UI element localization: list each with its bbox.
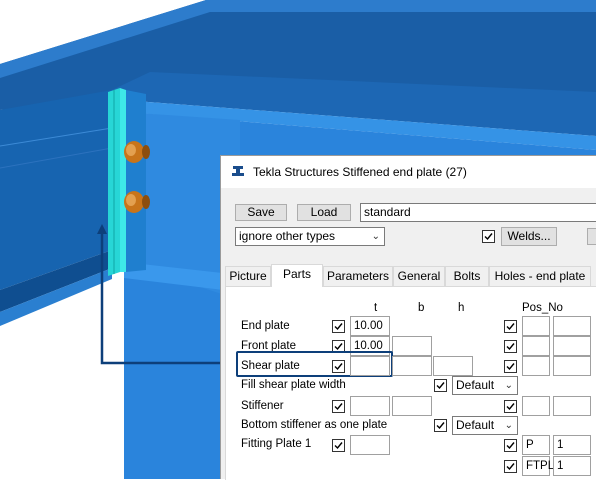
end-plate-t-field[interactable]: 10.00: [350, 316, 390, 336]
tekla-icon: [232, 166, 244, 176]
stiffener-t-field[interactable]: [350, 396, 390, 416]
shear-plate-pos-start[interactable]: [553, 356, 591, 376]
fitting-plate-1-t-field[interactable]: [350, 435, 390, 455]
end-plate-side: [120, 88, 126, 272]
save-button[interactable]: Save: [235, 204, 287, 221]
load-button[interactable]: Load: [297, 204, 351, 221]
end-plate-checkbox[interactable]: [332, 320, 345, 333]
attribute-set-field[interactable]: standard: [360, 203, 596, 222]
bottom-stiffener-select[interactable]: Default ⌄: [452, 416, 518, 435]
shear-plate-label: Shear plate: [241, 360, 300, 372]
fitting-extra-pos-start[interactable]: 1: [553, 456, 591, 476]
front-plate-pos-prefix[interactable]: [522, 336, 550, 356]
column-header-t: t: [374, 302, 378, 314]
stiffener-pos-checkbox[interactable]: [504, 400, 517, 413]
shear-plate-pos-prefix[interactable]: [522, 356, 550, 376]
type-option-select[interactable]: ignore other types ⌄: [235, 227, 385, 246]
end-plate-label: End plate: [241, 320, 290, 332]
fitting-plate-1-pos-checkbox[interactable]: [504, 439, 517, 452]
stiffened-end-plate-dialog: Tekla Structures Stiffened end plate (27…: [220, 155, 596, 480]
shear-plate-h-field[interactable]: [433, 356, 473, 376]
stiffener-pos-prefix[interactable]: [522, 396, 550, 416]
welds-checkbox[interactable]: [482, 230, 495, 243]
tab-bolts[interactable]: Bolts: [445, 266, 489, 286]
front-plate-b-field[interactable]: [392, 336, 432, 356]
shear-plate-pos-checkbox[interactable]: [504, 360, 517, 373]
shear-plate-checkbox[interactable]: [332, 360, 345, 373]
stiffener-b-field[interactable]: [392, 396, 432, 416]
fill-shear-plate-width-label: Fill shear plate width: [241, 379, 346, 391]
fill-shear-plate-width-select[interactable]: Default ⌄: [452, 376, 518, 395]
fitting-extra-pos-prefix[interactable]: FTPL: [522, 456, 554, 476]
end-plate-pos-prefix[interactable]: [522, 316, 550, 336]
stiffener-checkbox[interactable]: [332, 400, 345, 413]
fill-shear-plate-width-checkbox[interactable]: [434, 379, 447, 392]
fill-shear-plate-width-value: Default: [456, 378, 495, 392]
stiffener-plate: [126, 90, 146, 272]
tab-strip: Picture Parts Parameters General Bolts H…: [225, 264, 596, 287]
column-header-h: h: [458, 302, 465, 314]
tab-parts[interactable]: Parts: [271, 264, 323, 287]
stiffener-label: Stiffener: [241, 400, 284, 412]
column-header-pos-no: Pos_No: [522, 302, 563, 314]
end-plate-pos-checkbox[interactable]: [504, 320, 517, 333]
stiffener-pos-start[interactable]: [553, 396, 591, 416]
chevron-down-icon: ⌄: [504, 420, 513, 431]
chevron-down-icon: ⌄: [504, 380, 513, 391]
shear-plate-t-field[interactable]: [350, 356, 390, 376]
front-plate-pos-checkbox[interactable]: [504, 340, 517, 353]
fitting-plate-1-pos-start[interactable]: 1: [553, 435, 591, 455]
parts-panel: t b h Pos_No End plate 10.00 Front plate…: [225, 286, 596, 480]
type-option-value: ignore other types: [239, 229, 336, 243]
shear-plate-b-field[interactable]: [392, 356, 432, 376]
end-plate-pos-start[interactable]: [553, 316, 591, 336]
tab-parameters[interactable]: Parameters: [323, 266, 393, 286]
fitting-plate-1-label: Fitting Plate 1: [241, 438, 312, 450]
bottom-stiffener-checkbox[interactable]: [434, 419, 447, 432]
front-plate-pos-start[interactable]: [553, 336, 591, 356]
dialog-titlebar: Tekla Structures Stiffened end plate (27…: [221, 156, 596, 188]
chevron-down-icon: ⌄: [371, 231, 380, 242]
extra-button-edge[interactable]: [587, 228, 596, 245]
welds-button[interactable]: Welds...: [501, 227, 557, 246]
fitting-plate-1-pos-prefix[interactable]: P: [522, 435, 550, 455]
fitting-extra-pos-checkbox[interactable]: [504, 460, 517, 473]
bottom-stiffener-label: Bottom stiffener as one plate: [241, 419, 388, 431]
tab-holes-end-plate[interactable]: Holes - end plate: [489, 266, 591, 286]
fitting-plate-1-checkbox[interactable]: [332, 439, 345, 452]
tab-picture[interactable]: Picture: [225, 266, 271, 286]
bottom-stiffener-value: Default: [456, 418, 495, 432]
dialog-title: Tekla Structures Stiffened end plate (27…: [253, 165, 467, 179]
column-header-b: b: [418, 302, 425, 314]
tab-general[interactable]: General: [393, 266, 445, 286]
